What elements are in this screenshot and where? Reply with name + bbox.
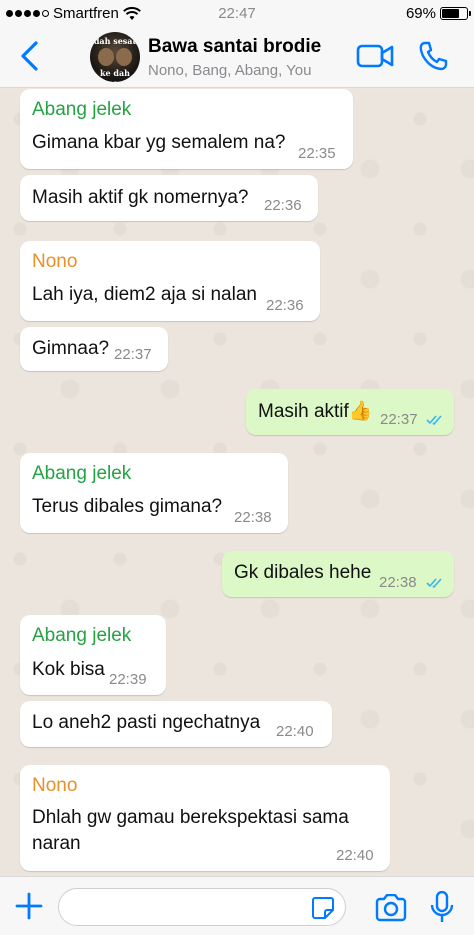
message-text: Gk dibales hehe (234, 562, 372, 583)
message-text: Gimana kbar yg semalem na? (32, 132, 286, 153)
message-time: 22:38 (234, 509, 272, 526)
chat-title[interactable]: Bawa santai brodie (148, 36, 321, 58)
battery-icon (440, 7, 471, 20)
camera-icon[interactable] (374, 894, 408, 922)
message-bubble-incoming[interactable]: Nono Lah iya, diem2 aja si nalan 22:36 (20, 241, 320, 321)
phone-call-icon[interactable] (418, 40, 448, 72)
message-bubble-incoming[interactable]: Abang jelek Kok bisa 22:39 (20, 615, 166, 695)
chat-participants[interactable]: Nono, Bang, Abang, You (148, 62, 311, 79)
read-receipt-icon (426, 578, 442, 589)
message-bubble-incoming[interactable]: Abang jelek Terus dibales gimana? 22:38 (20, 453, 288, 533)
message-time: 22:37 (114, 346, 152, 363)
message-text: Gimnaa? (32, 338, 110, 359)
message-sender: Nono (32, 775, 78, 796)
message-list[interactable]: Abang jelek Gimana kbar yg semalem na? 2… (0, 89, 474, 875)
clock: 22:47 (218, 5, 256, 22)
plus-icon[interactable] (14, 891, 44, 921)
message-bubble-incoming[interactable]: Nono Dhlah gw gamau berekspektasi sama n… (20, 765, 390, 871)
message-time: 22:38 (379, 574, 417, 591)
status-bar: Smartfren 22:47 69% (0, 0, 474, 28)
video-call-icon[interactable] (356, 42, 394, 70)
message-text: Dhlah gw gamau berekspektasi sama naran (32, 807, 349, 854)
message-time: 22:37 (380, 411, 418, 428)
message-time: 22:36 (266, 297, 304, 314)
status-right: 69% (405, 5, 471, 22)
composer-bar (0, 876, 474, 935)
message-text: Lah iya, diem2 aja si nalan (32, 284, 257, 305)
microphone-icon[interactable] (430, 891, 454, 923)
message-input[interactable] (58, 888, 346, 926)
message-bubble-incoming[interactable]: Gimnaa? 22:37 (20, 327, 168, 371)
message-sender: Abang jelek (32, 463, 132, 484)
message-bubble-incoming[interactable]: Masih aktif gk nomernya? 22:36 (20, 175, 318, 221)
message-text: Terus dibales gimana? (32, 496, 223, 517)
battery-percent: 69% (405, 5, 436, 22)
group-avatar[interactable]: dah sesat ke dah sesat (90, 32, 140, 82)
message-sender: Nono (32, 251, 78, 272)
message-bubble-incoming[interactable]: Lo aneh2 pasti ngechatnya 22:40 (20, 701, 332, 747)
avatar-caption-bottom: ke dah sesat (99, 68, 130, 82)
back-chevron-icon[interactable] (16, 40, 44, 72)
message-text: Masih aktif gk nomernya? (32, 187, 249, 208)
message-time: 22:40 (336, 847, 374, 864)
chat-header: dah sesat ke dah sesat Bawa santai brodi… (0, 28, 474, 88)
message-text: Lo aneh2 pasti ngechatnya (32, 712, 261, 733)
sticker-icon[interactable] (311, 896, 335, 920)
message-time: 22:35 (298, 145, 336, 162)
message-text: Kok bisa (32, 659, 105, 680)
message-bubble-outgoing[interactable]: Masih aktif👍 22:37 (246, 389, 454, 435)
message-sender: Abang jelek (32, 99, 132, 120)
message-time: 22:40 (276, 723, 314, 740)
message-bubble-incoming[interactable]: Abang jelek Gimana kbar yg semalem na? 2… (20, 89, 353, 169)
message-sender: Abang jelek (32, 625, 132, 646)
message-time: 22:36 (264, 197, 302, 214)
read-receipt-icon (426, 415, 442, 426)
message-bubble-outgoing[interactable]: Gk dibales hehe 22:38 (222, 551, 454, 597)
message-text: Masih aktif👍 (258, 401, 373, 422)
message-time: 22:39 (109, 671, 147, 688)
avatar-caption-top: dah sesat (93, 36, 137, 46)
